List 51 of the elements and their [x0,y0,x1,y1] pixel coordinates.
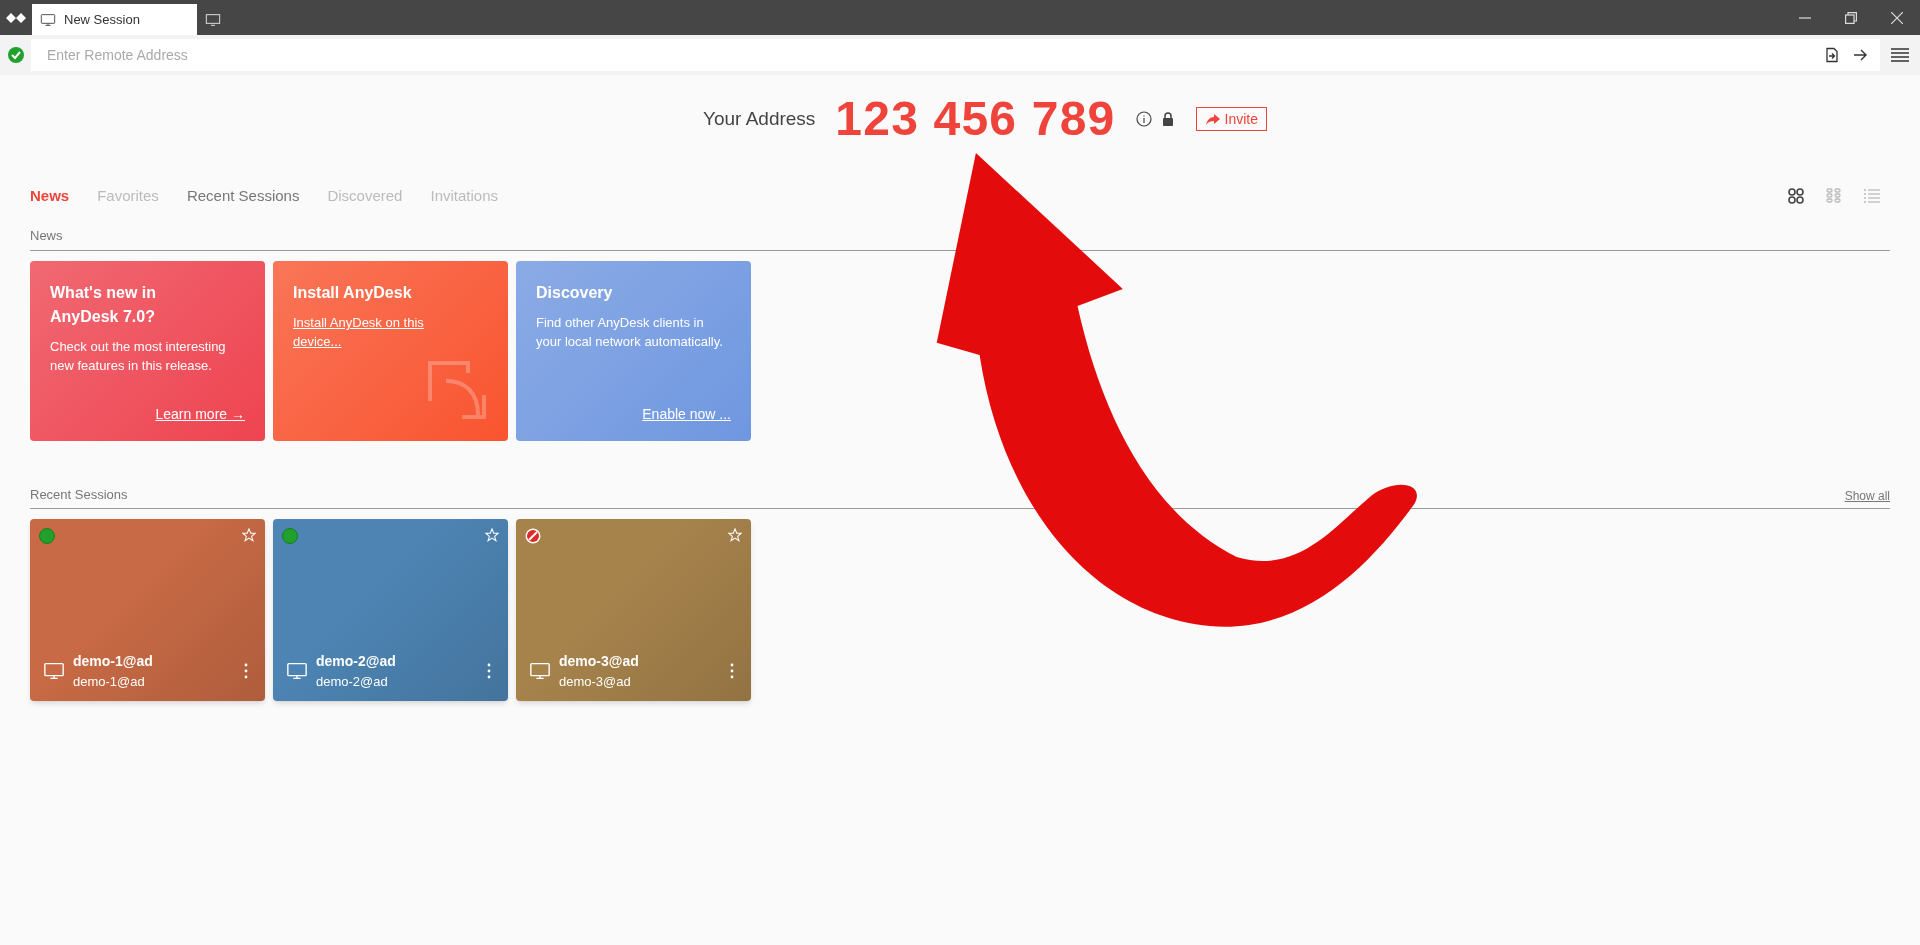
menu-icon[interactable] [1891,47,1909,63]
card-link[interactable]: Enable now ... [642,404,731,425]
card-title: Install AnyDesk [293,283,413,303]
address-number: 123 456 789 [835,91,1116,147]
star-icon[interactable] [242,527,256,542]
connect-arrow-icon[interactable] [1852,47,1868,63]
session-name: demo-3@ad [559,652,640,671]
news-card[interactable]: Discovery Find other AnyDesk clients in your local network automatically. Enable now ... [516,261,751,441]
more-options-icon[interactable] [487,663,491,680]
category-tab[interactable]: News [30,184,70,208]
your-address-label: Your Address [703,106,816,131]
info-icon[interactable] [1135,111,1152,127]
close-icon [1891,11,1903,24]
session-name: demo-1@ad [73,652,154,671]
file-transfer-icon[interactable] [1824,47,1840,63]
session-address: demo-2@ad [316,673,389,691]
card-link[interactable]: Learn more → [155,404,245,425]
card-title: Discovery [536,283,614,303]
more-options-icon[interactable] [244,663,248,680]
session-tab[interactable]: New Session [32,4,197,35]
more-options-icon[interactable] [730,663,734,680]
section-heading: Recent Sessions [30,486,128,504]
invite-button[interactable]: Invite [1195,107,1267,131]
online-status-icon [39,527,55,544]
tile-view-button[interactable] [1824,186,1844,206]
monitor-icon [40,11,56,28]
remote-address-field[interactable]: Enter Remote Address [31,39,1824,71]
session-card[interactable]: demo-2@ad demo-2@ad [273,518,508,701]
section-heading: News [30,228,63,243]
blocked-status-icon [525,527,541,544]
news-card[interactable]: Install AnyDesk Install AnyDesk on this device... [273,261,508,441]
install-graphic-icon [428,361,488,421]
share-arrow-icon [1204,111,1221,127]
card-description: Find other AnyDesk clients in your local network automatically. [536,314,724,351]
session-name: demo-2@ad [316,652,397,671]
news-card[interactable]: What's new in AnyDesk 7.0? Check out the most interesting new features in this release. Learn more → [30,261,265,441]
monitor-icon [205,11,221,28]
star-icon[interactable] [728,527,742,542]
session-card[interactable]: demo-3@ad demo-3@ad [516,518,751,701]
card-description: Check out the most interesting new features in this release. [50,338,227,375]
card-title: What's new in AnyDesk 7.0? [50,283,158,327]
install-link[interactable]: Install AnyDesk on this device... [293,313,443,351]
session-card[interactable]: demo-1@ad demo-1@ad [30,518,265,701]
online-status-icon [282,527,298,544]
session-address: demo-3@ad [559,673,632,691]
show-all-link[interactable]: Show all [1844,486,1890,505]
restore-icon [1845,11,1857,24]
session-address: demo-1@ad [73,673,146,691]
category-tab[interactable]: Recent Sessions [186,184,300,208]
tile-view-button[interactable] [1786,186,1806,206]
star-icon[interactable] [485,527,499,542]
